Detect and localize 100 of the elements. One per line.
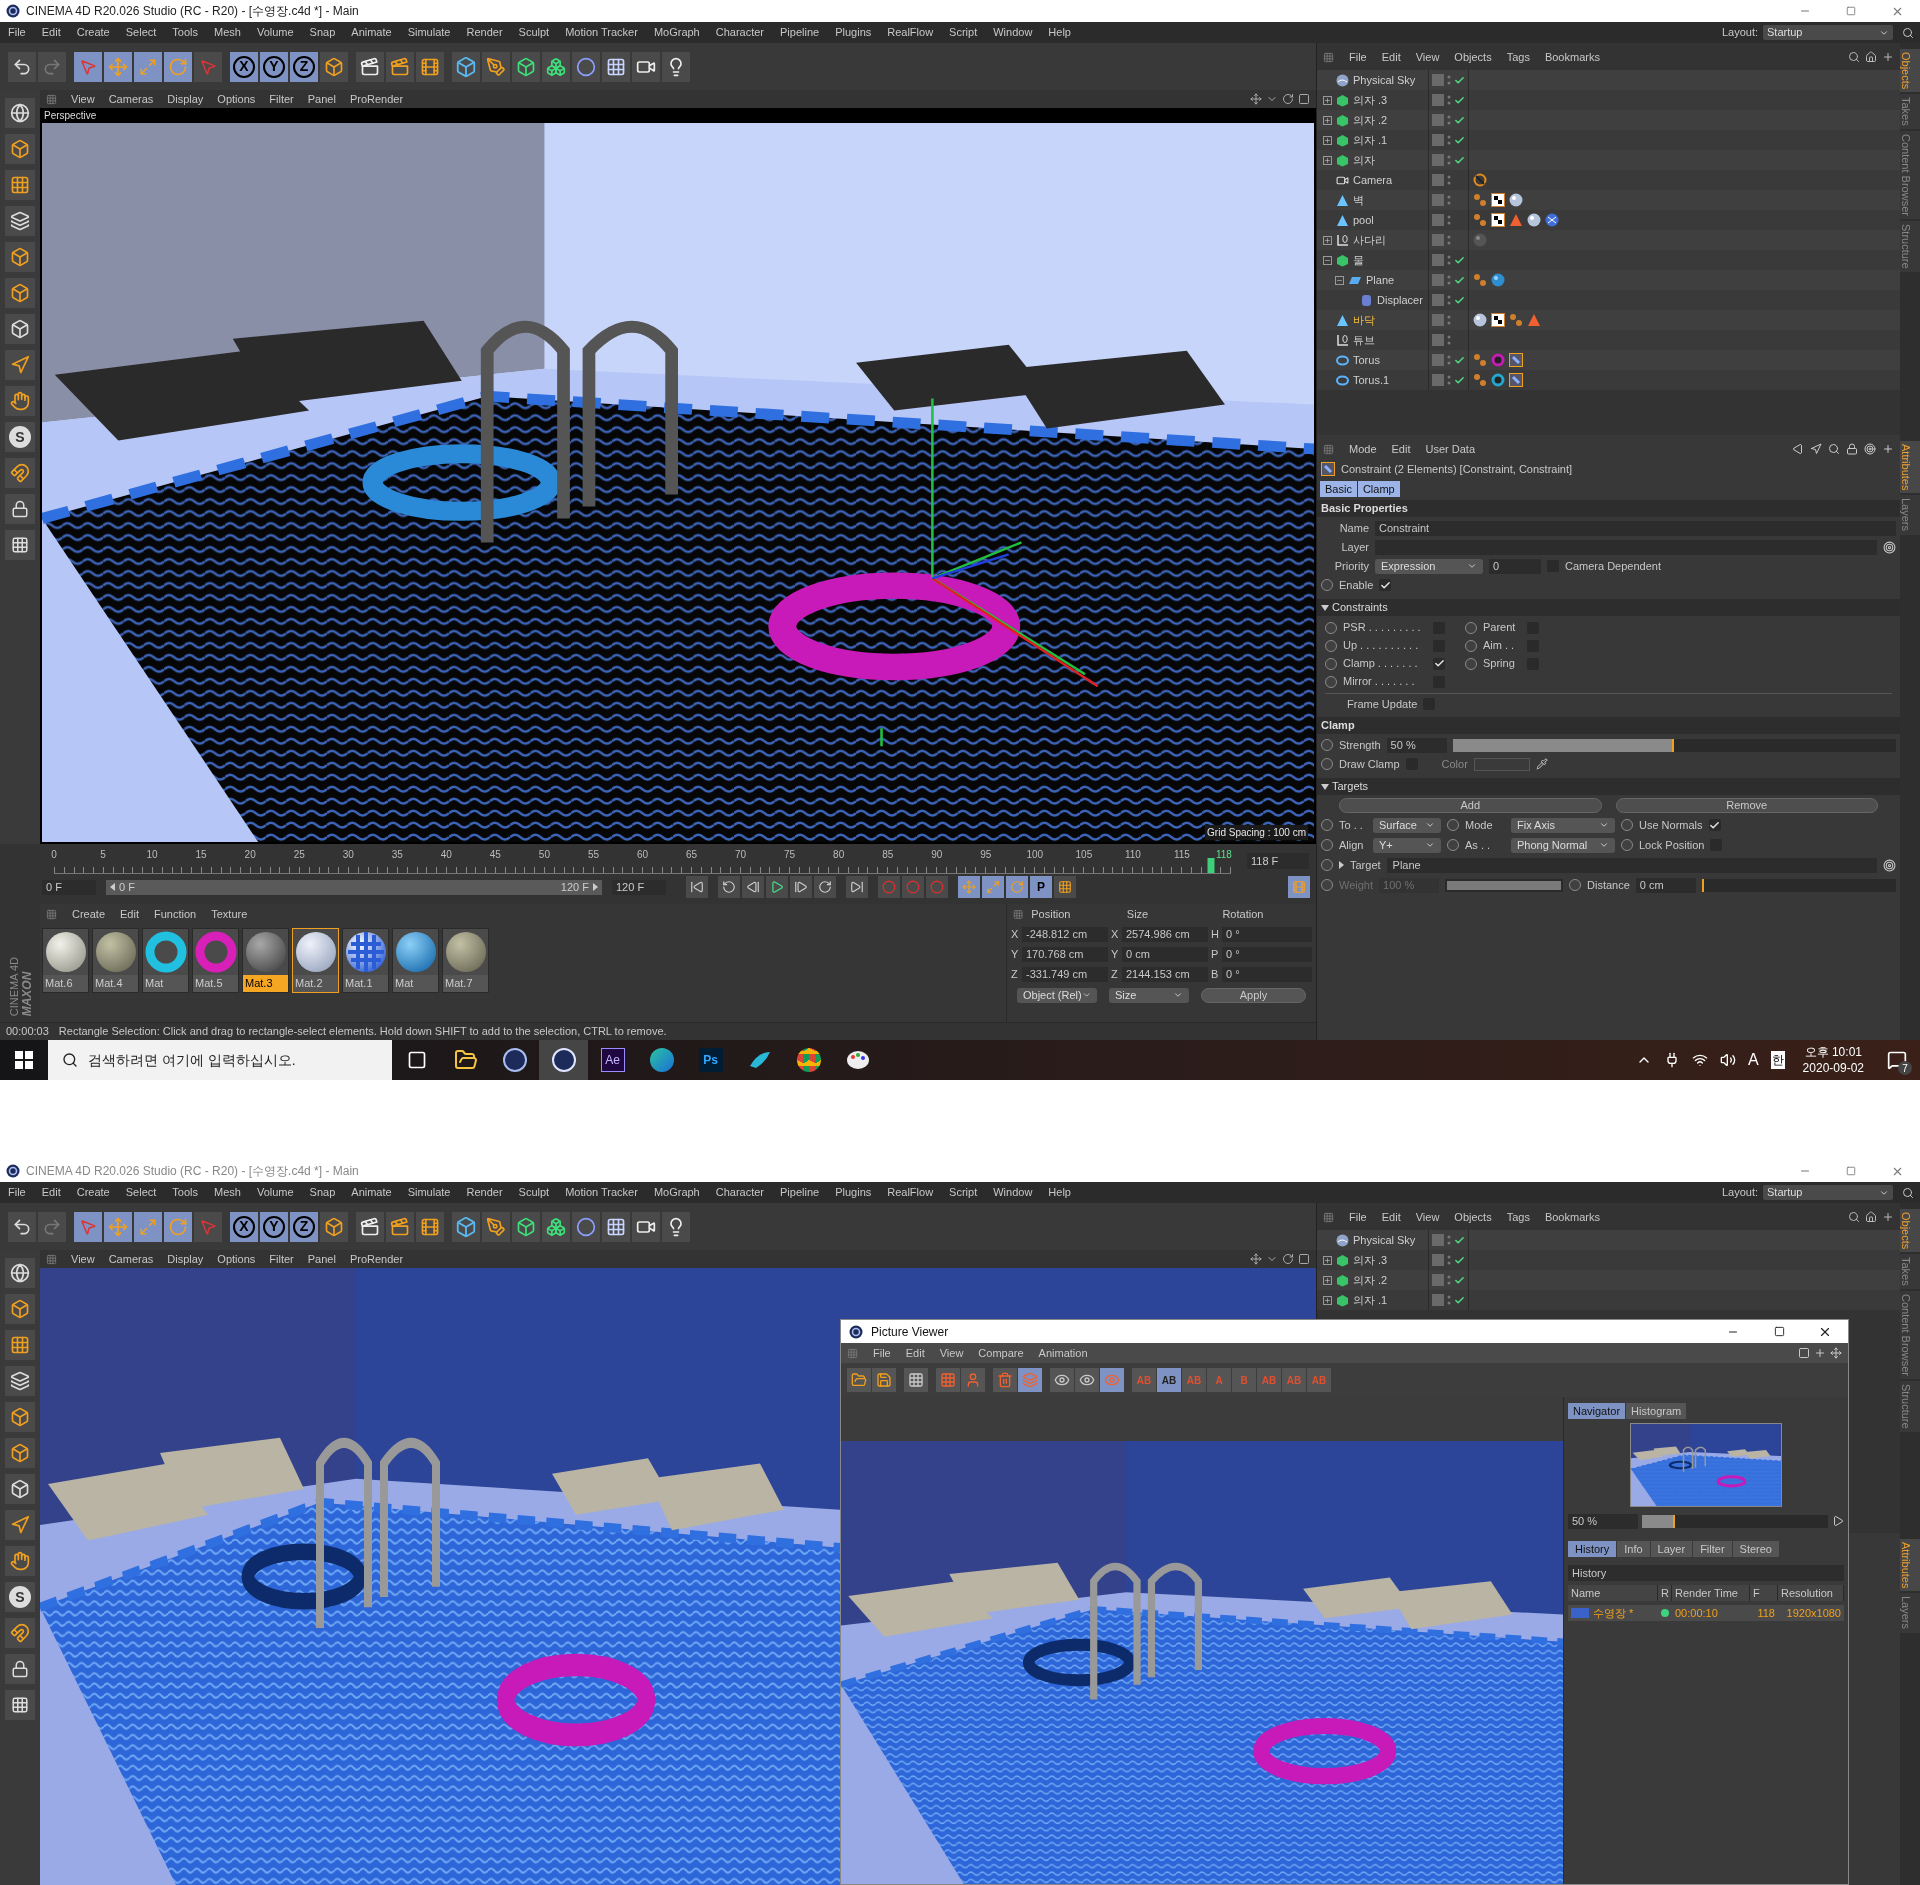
view-icon[interactable] (5, 1258, 35, 1288)
search-icon[interactable] (1902, 26, 1914, 39)
expand-icon[interactable] (1323, 155, 1332, 165)
menu-item[interactable]: Select (125, 1184, 157, 1201)
expand-icon[interactable] (1323, 95, 1332, 105)
browser-icon[interactable] (649, 1048, 674, 1072)
polygons-mode-icon[interactable] (5, 1474, 35, 1504)
expand-icon[interactable] (1323, 135, 1332, 145)
playhead[interactable] (1207, 858, 1215, 873)
eyedropper-icon[interactable] (1535, 758, 1548, 770)
render-icon[interactable] (386, 1211, 414, 1242)
menu-item[interactable]: Plugins (835, 24, 872, 41)
menu-item[interactable]: Edit (905, 1344, 925, 1362)
menu-item[interactable]: Mode (1349, 440, 1377, 458)
menu-item[interactable]: Render (466, 24, 503, 41)
visibility-dots-icon[interactable] (1447, 74, 1451, 86)
app-icon[interactable]: Ae (600, 1048, 625, 1072)
menu-item[interactable]: Bookmarks (1544, 1208, 1600, 1226)
wifi-icon[interactable] (1691, 1052, 1708, 1068)
view-icon[interactable] (5, 98, 35, 128)
menu-item[interactable]: Display (167, 1250, 204, 1268)
material-swatch[interactable]: Mat.4 (92, 928, 139, 993)
collapse-icon[interactable] (1323, 255, 1332, 265)
menu-item[interactable]: Script (949, 24, 978, 41)
menu-item[interactable]: Snap (309, 1184, 336, 1201)
array-icon[interactable] (542, 1211, 570, 1242)
menu-item[interactable]: Create (76, 24, 110, 41)
apply-button[interactable]: Apply (1201, 987, 1306, 1003)
rotate-tool-icon[interactable] (164, 1211, 192, 1242)
check-icon[interactable] (1454, 94, 1465, 106)
user-icon[interactable] (961, 1368, 985, 1392)
search-icon[interactable] (1902, 1186, 1914, 1199)
panel-tab[interactable]: Stereo (1732, 1541, 1779, 1557)
check-icon[interactable] (1454, 274, 1465, 286)
visibility-dots-icon[interactable] (1447, 134, 1451, 146)
move-tool-icon[interactable] (104, 51, 132, 82)
checkbox[interactable] (1379, 579, 1392, 591)
menu-item[interactable]: Edit (41, 24, 61, 41)
strength-slider[interactable] (1452, 738, 1896, 752)
axis-lock-button[interactable]: Z (290, 51, 318, 82)
menu-item[interactable]: Volume (256, 1184, 294, 1201)
menu-item[interactable]: Panel (307, 1250, 336, 1268)
view-icon[interactable] (1075, 1368, 1099, 1392)
check-icon[interactable] (1454, 1274, 1465, 1286)
menu-item[interactable]: Tools (172, 1184, 198, 1201)
floor-icon[interactable] (602, 1211, 630, 1242)
subdivision-icon[interactable] (512, 1211, 540, 1242)
zoom-slider[interactable] (1642, 1514, 1828, 1528)
material-swatch[interactable]: Mat.3 (242, 928, 289, 993)
points-mode-icon[interactable] (5, 242, 35, 272)
visibility-dots-icon[interactable] (1447, 214, 1451, 226)
side-tab[interactable]: Attributes (1900, 441, 1920, 494)
object-name[interactable]: Physical Sky (1353, 71, 1416, 89)
checkbox[interactable] (1433, 657, 1445, 670)
frame-field[interactable]: 118 F (1247, 853, 1309, 869)
check-icon[interactable] (1454, 74, 1465, 86)
pick-icon[interactable] (1883, 858, 1896, 872)
axis-lock-button[interactable]: Y (260, 1211, 288, 1242)
menu-item[interactable]: View (71, 1250, 95, 1268)
deformer-icon[interactable] (572, 51, 600, 82)
visibility-dots-icon[interactable] (1447, 194, 1451, 206)
object-name[interactable]: Torus.1 (1353, 371, 1390, 389)
visibility-dots-icon[interactable] (1447, 1234, 1451, 1246)
rotation-field[interactable]: 0 ° (1222, 966, 1312, 982)
workplane-icon[interactable] (5, 1366, 35, 1396)
menu-item[interactable]: Snap (309, 24, 336, 41)
expand-triangle-icon[interactable] (1339, 861, 1344, 869)
visibility-dots-icon[interactable] (1447, 274, 1451, 286)
object-name[interactable]: 의자 .2 (1353, 1271, 1388, 1289)
panel-tab[interactable]: Histogram (1626, 1403, 1687, 1419)
animation-radio-icon[interactable] (1321, 879, 1333, 891)
visibility-dots-icon[interactable] (1447, 314, 1451, 326)
home-icon[interactable] (1865, 51, 1877, 63)
menu-item[interactable]: Simulate (407, 1184, 451, 1201)
menu-item[interactable]: Character (715, 24, 765, 41)
expand-icon[interactable] (1323, 235, 1332, 245)
points-mode-icon[interactable] (5, 1402, 35, 1432)
object-name[interactable]: 의자 .1 (1353, 131, 1388, 149)
compare-button[interactable]: AB (1157, 1368, 1181, 1392)
object-name[interactable]: 의자 .3 (1353, 1251, 1388, 1269)
name-field[interactable]: Constraint (1375, 520, 1896, 536)
light-icon[interactable] (662, 51, 690, 82)
coordinate-system-icon[interactable] (320, 51, 348, 82)
menu-item[interactable]: File (1349, 1208, 1367, 1226)
scale-tool-icon[interactable] (134, 1211, 162, 1242)
side-tab[interactable]: Objects (1900, 49, 1920, 93)
expand-triangle-icon[interactable] (1321, 604, 1329, 611)
animation-radio-icon[interactable] (1321, 579, 1333, 591)
volume-icon[interactable] (1719, 1052, 1736, 1068)
menu-item[interactable]: Edit (41, 1184, 61, 1201)
grid-icon[interactable] (904, 1368, 928, 1392)
material-swatch[interactable]: Mat.7 (442, 928, 489, 993)
tweak-icon[interactable] (5, 386, 35, 416)
magnet-icon[interactable] (5, 458, 35, 488)
material-swatch[interactable]: Mat (142, 928, 189, 993)
go-to-start-icon[interactable] (686, 876, 708, 898)
menu-item[interactable]: Function (154, 905, 197, 923)
history-row[interactable]: 수영장 * 00:00:10 118 1920x1080 (1568, 1605, 1844, 1621)
menu-item[interactable]: User Data (1425, 440, 1476, 458)
menu-item[interactable]: Objects (1454, 48, 1492, 66)
